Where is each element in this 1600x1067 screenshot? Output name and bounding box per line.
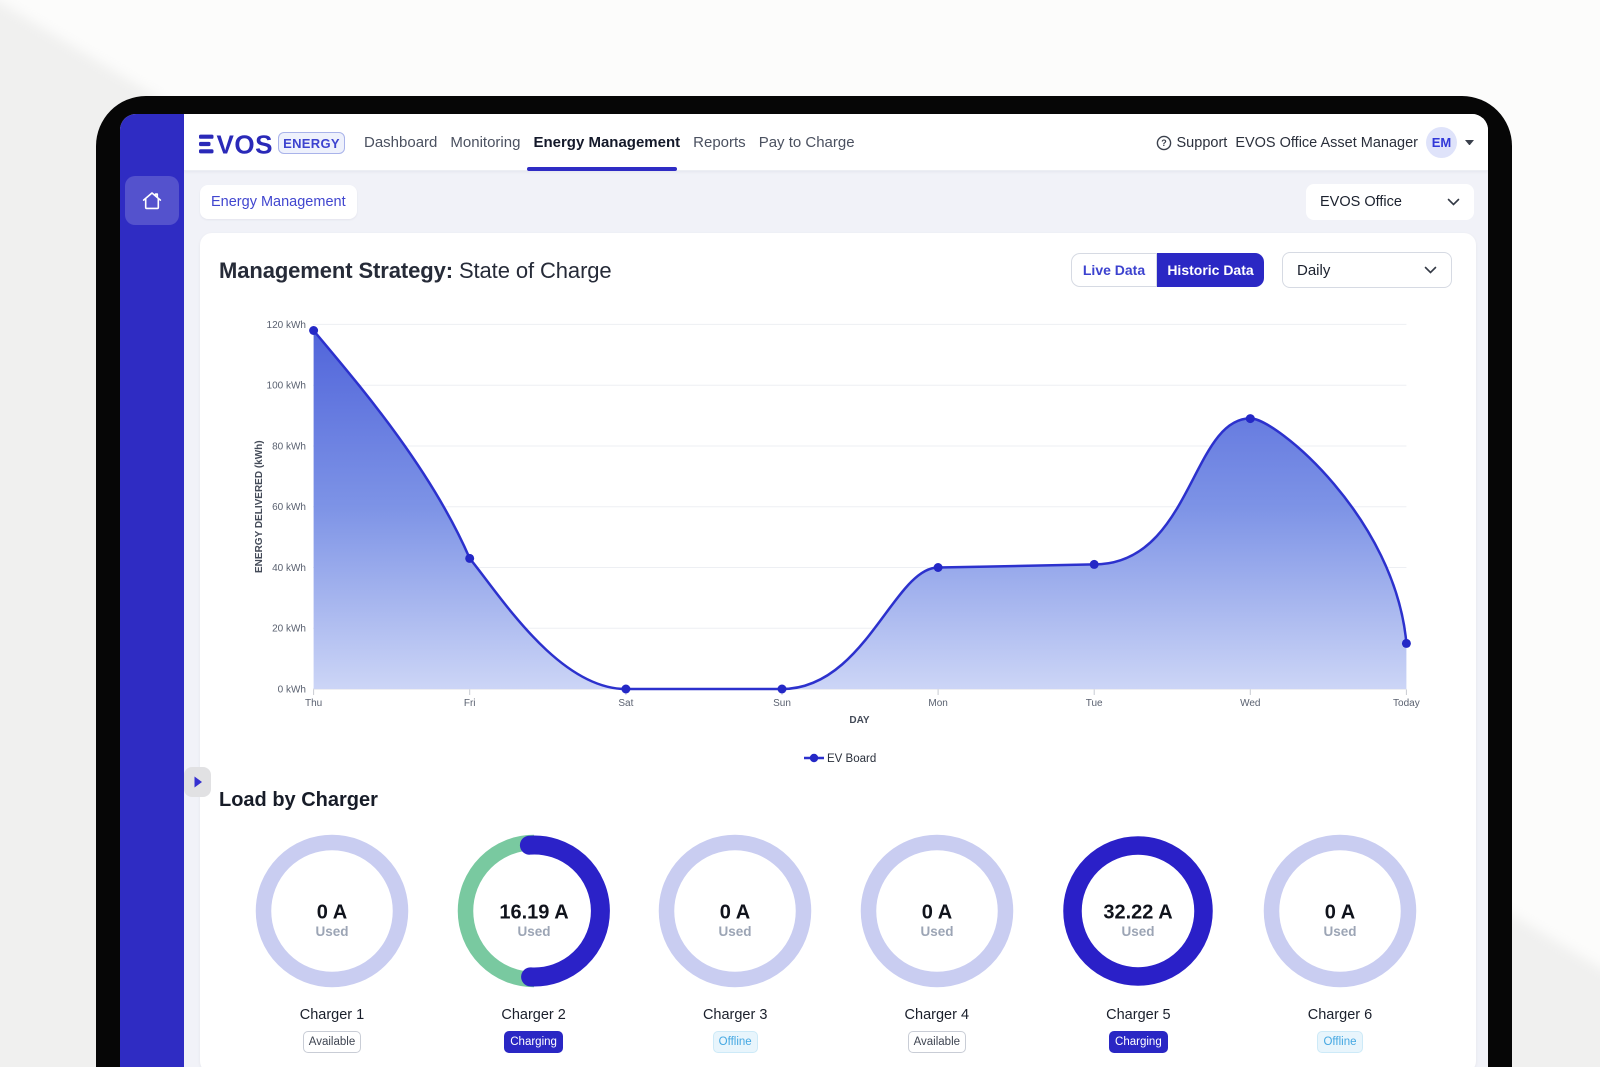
svg-text:60 kWh: 60 kWh	[272, 502, 306, 513]
svg-text:Used: Used	[1323, 924, 1356, 939]
svg-text:VOS: VOS	[217, 129, 273, 157]
svg-text:0 A: 0 A	[922, 902, 952, 924]
svg-text:Used: Used	[315, 924, 348, 939]
svg-text:Sun: Sun	[773, 698, 791, 709]
svg-text:16.19 A: 16.19 A	[499, 902, 568, 924]
svg-text:Used: Used	[920, 924, 953, 939]
svg-text:Mon: Mon	[928, 698, 947, 709]
svg-text:Sat: Sat	[618, 698, 633, 709]
svg-text:Used: Used	[1122, 924, 1155, 939]
svg-text:Tue: Tue	[1086, 698, 1103, 709]
svg-text:20 kWh: 20 kWh	[272, 624, 306, 635]
svg-text:Fri: Fri	[464, 698, 476, 709]
svg-text:Thu: Thu	[305, 698, 322, 709]
svg-text:Used: Used	[517, 924, 550, 939]
svg-text:0 A: 0 A	[317, 902, 347, 924]
svg-text:EV Board: EV Board	[827, 753, 876, 765]
svg-text:ENERGY DELIVERED (kWh): ENERGY DELIVERED (kWh)	[254, 440, 265, 573]
svg-text:0 A: 0 A	[1325, 902, 1355, 924]
svg-text:40 kWh: 40 kWh	[272, 563, 306, 574]
svg-text:80 kWh: 80 kWh	[272, 441, 306, 452]
svg-text:DAY: DAY	[849, 715, 870, 726]
svg-text:Wed: Wed	[1240, 698, 1260, 709]
svg-text:Today: Today	[1393, 698, 1420, 709]
svg-text:?: ?	[1161, 138, 1167, 148]
svg-text:0 A: 0 A	[720, 902, 750, 924]
svg-text:0 kWh: 0 kWh	[278, 684, 306, 695]
svg-text:100 kWh: 100 kWh	[267, 381, 306, 392]
svg-text:32.22 A: 32.22 A	[1104, 902, 1173, 924]
svg-text:Used: Used	[719, 924, 752, 939]
svg-text:120 kWh: 120 kWh	[267, 320, 306, 331]
